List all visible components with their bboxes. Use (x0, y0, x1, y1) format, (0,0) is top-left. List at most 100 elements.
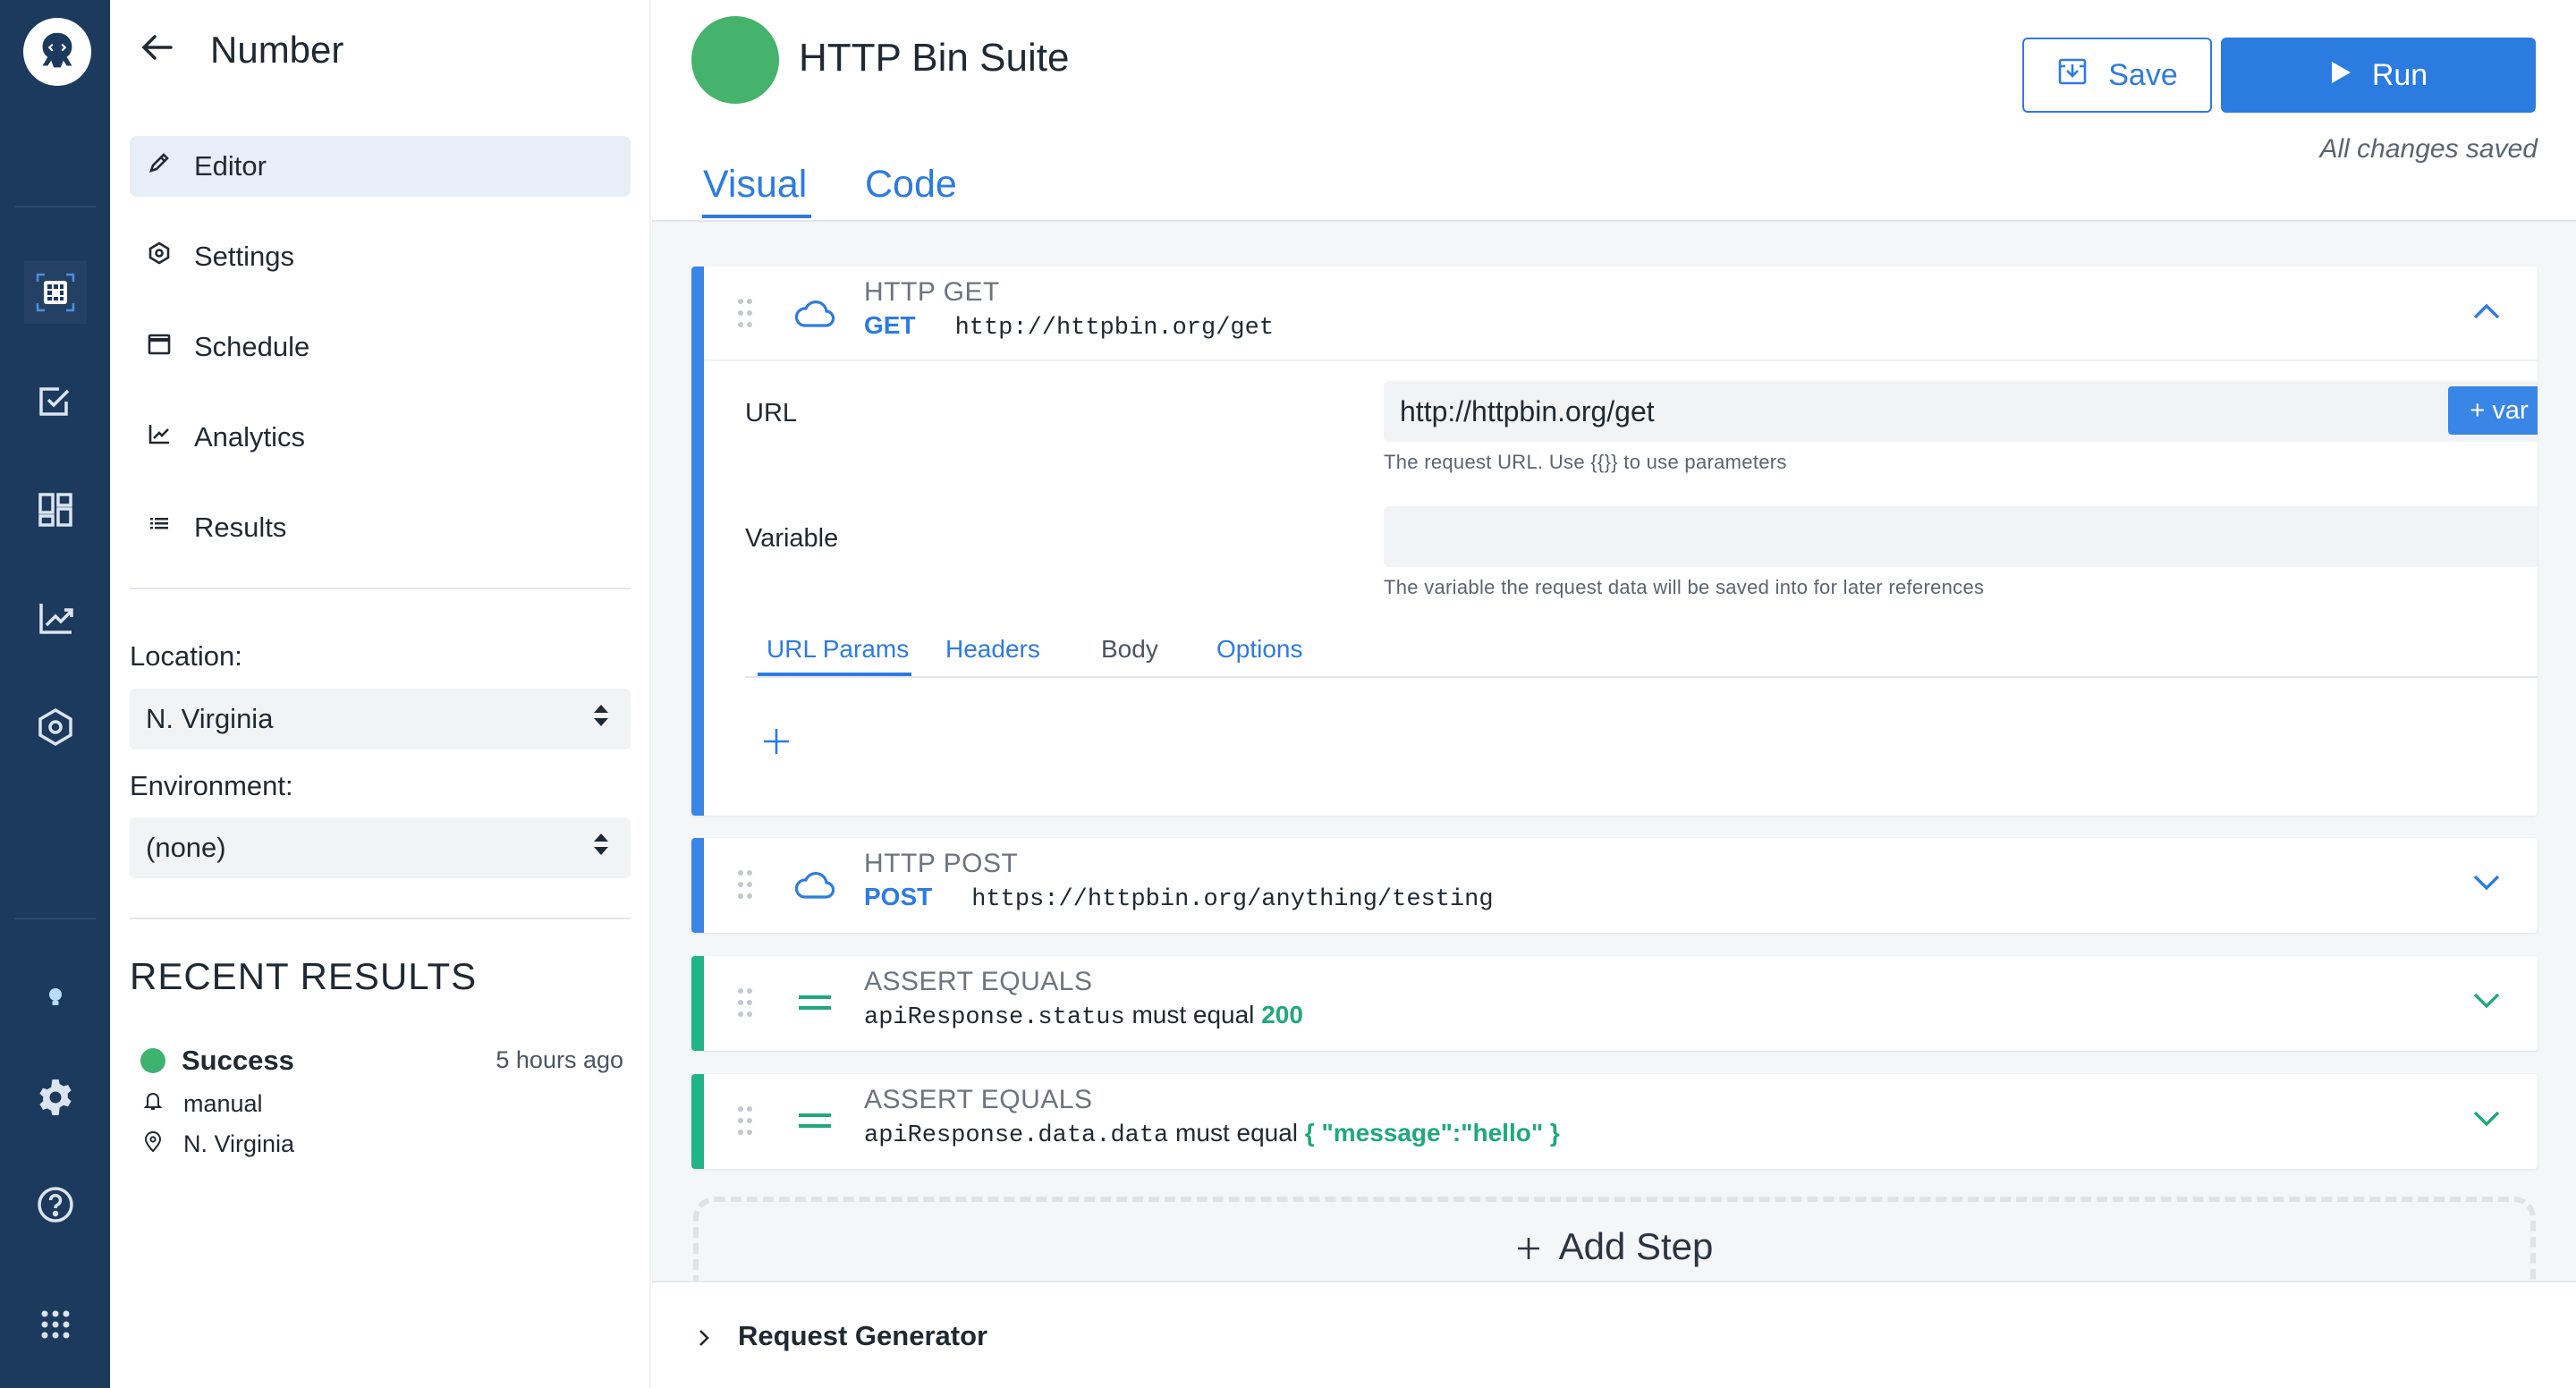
assert-subject: apiResponse.data.data (864, 1122, 1169, 1149)
step-type-label: HTTP GET (864, 277, 1000, 307)
play-icon (2329, 58, 2352, 93)
recent-result-item[interactable]: Success 5 hours ago manual N. Virginia (140, 1045, 623, 1159)
assert-value: 200 (1261, 1001, 1303, 1028)
chevron-down-icon[interactable] (2471, 872, 2502, 893)
recent-results-heading: RECENT RESULTS (130, 955, 478, 997)
drag-handle-icon[interactable] (736, 1104, 754, 1137)
plus-icon (1516, 1225, 1541, 1270)
add-var-button[interactable]: + var (2448, 386, 2538, 435)
run-button[interactable]: Run (2221, 38, 2536, 113)
sidebar-item-editor[interactable]: Editor (130, 136, 631, 197)
step-summary: GET http://httpbin.org/get (864, 311, 1274, 342)
step-accent-bar (691, 838, 704, 933)
sidebar-item-schedule[interactable]: Schedule (130, 317, 631, 377)
environment-select[interactable]: (none) (130, 817, 631, 878)
active-subtab-indicator (758, 673, 911, 676)
save-download-icon (2056, 55, 2089, 96)
hexagon-settings-icon[interactable] (24, 696, 87, 758)
url-field-label: URL (745, 399, 798, 427)
save-label: Save (2108, 57, 2178, 92)
http-method: GET (864, 311, 916, 339)
step-card-http-post[interactable]: HTTP POST POST https://httpbin.org/anythi… (691, 838, 2538, 933)
step-card-assert-data[interactable]: ASSERT EQUALS apiResponse.data.data must… (691, 1074, 2538, 1169)
tests-grid-icon[interactable] (24, 261, 87, 324)
analytics-chart-icon[interactable] (24, 587, 87, 649)
help-circle-icon[interactable] (24, 1173, 87, 1236)
result-trigger: manual (183, 1090, 263, 1117)
tab-code[interactable]: Code (865, 163, 957, 207)
status-dot (140, 1048, 165, 1073)
gear-icon[interactable] (24, 1066, 87, 1129)
sidebar-item-label: Schedule (194, 331, 310, 362)
save-button[interactable]: Save (2022, 38, 2212, 113)
tab-headers[interactable]: Headers (945, 635, 1040, 664)
assert-value: { "message":"hello" } (1304, 1119, 1560, 1147)
variable-input[interactable] (1384, 506, 2538, 567)
sidebar-divider (130, 918, 631, 919)
step-card-http-get: HTTP GET GET http://httpbin.org/get URL h… (691, 267, 2538, 816)
pencil-icon (146, 149, 173, 183)
settings-hex-icon (146, 240, 173, 274)
add-param-plus-icon[interactable] (761, 726, 792, 757)
checklist-icon[interactable] (24, 370, 87, 433)
location-value: N. Virginia (146, 703, 274, 734)
sidebar-nav: Editor Settings Schedule Analytics Resul… (130, 136, 631, 588)
lightbulb-icon[interactable] (24, 966, 87, 1028)
sidebar-item-results[interactable]: Results (130, 497, 631, 558)
step-summary: apiResponse.status must equal 200 (864, 1001, 1303, 1031)
result-status: Success (182, 1045, 294, 1076)
sidebar-item-label: Editor (194, 150, 267, 182)
drag-handle-icon[interactable] (736, 297, 754, 329)
variable-hint: The variable the request data will be sa… (1384, 576, 1985, 598)
tab-options[interactable]: Options (1216, 635, 1303, 664)
calendar-icon (146, 330, 173, 364)
step-url: http://httpbin.org/get (954, 315, 1275, 342)
location-select[interactable]: N. Virginia (130, 689, 631, 749)
dashboard-icon[interactable] (24, 478, 87, 541)
assert-operator: must equal (1131, 1001, 1255, 1028)
rail-divider (14, 206, 96, 207)
drag-handle-icon[interactable] (736, 986, 754, 1019)
sort-arrows-icon (591, 831, 611, 865)
url-input-value: http://httpbin.org/get (1400, 394, 1655, 427)
step-summary: POST https://httpbin.org/anything/testing (864, 883, 1494, 913)
sidebar-item-label: Results (194, 512, 287, 543)
sidebar-item-analytics[interactable]: Analytics (130, 407, 631, 468)
assert-operator: must equal (1175, 1119, 1299, 1147)
result-time: 5 hours ago (496, 1046, 623, 1073)
drag-handle-icon[interactable] (736, 868, 754, 901)
chevron-down-icon[interactable] (2471, 990, 2502, 1011)
step-card-assert-status[interactable]: ASSERT EQUALS apiResponse.status must eq… (691, 956, 2538, 1051)
save-status-text: All changes saved (2319, 134, 2538, 164)
equals-icon (792, 1101, 836, 1140)
step-accent-bar (691, 1074, 704, 1169)
request-generator-toggle[interactable]: Request Generator (652, 1281, 2576, 1388)
chevron-down-icon[interactable] (2471, 1108, 2502, 1130)
tab-visual[interactable]: Visual (703, 163, 807, 207)
result-location: N. Virginia (183, 1130, 295, 1157)
octopus-logo-icon[interactable] (23, 18, 91, 86)
url-input[interactable]: http://httpbin.org/get + var (1384, 381, 2538, 442)
assert-subject: apiResponse.status (864, 1004, 1125, 1031)
active-tab-indicator (702, 215, 811, 218)
cloud-icon (792, 865, 836, 904)
suite-name: Number (210, 28, 344, 71)
sidebar-divider (130, 588, 631, 589)
apps-grid-icon[interactable] (24, 1293, 87, 1356)
list-icon (146, 511, 173, 545)
add-step-label: Add Step (1558, 1225, 1714, 1267)
step-accent-bar (691, 956, 704, 1051)
sidebar-item-label: Settings (194, 241, 295, 272)
step-type-label: ASSERT EQUALS (864, 1085, 1093, 1114)
sidebar-item-settings[interactable]: Settings (130, 226, 631, 287)
step-type-label: ASSERT EQUALS (864, 967, 1093, 996)
tab-url-params[interactable]: URL Params (767, 635, 909, 664)
variable-field-label: Variable (745, 524, 839, 553)
step-header[interactable]: HTTP GET GET http://httpbin.org/get (691, 267, 2538, 361)
chevron-up-icon[interactable] (2471, 300, 2502, 322)
back-arrow-icon[interactable] (137, 27, 178, 72)
environment-value: (none) (146, 832, 226, 863)
step-divider (704, 360, 2538, 361)
tab-body[interactable]: Body (1101, 635, 1158, 664)
step-type-label: HTTP POST (864, 849, 1019, 878)
